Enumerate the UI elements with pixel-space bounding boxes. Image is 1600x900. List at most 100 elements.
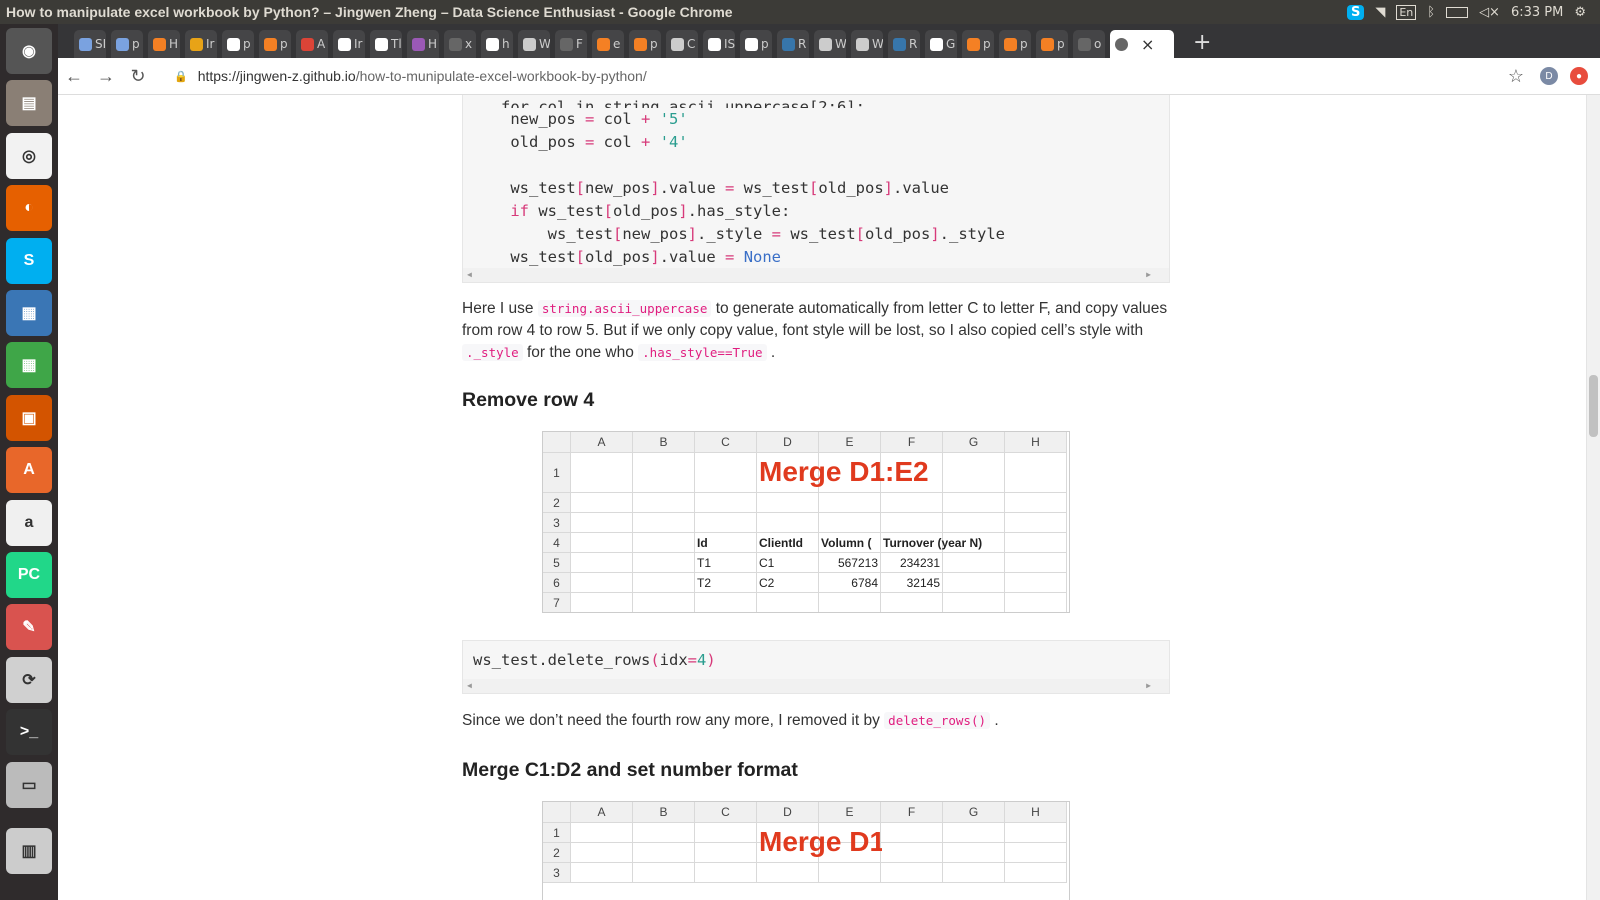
browser-tab[interactable]: p [962,30,994,58]
skype-tray-icon[interactable]: S [1346,4,1365,20]
browser-tab[interactable]: W [814,30,846,58]
launcher-firefox-icon[interactable]: ◐ [6,185,52,232]
launcher-updater-icon[interactable]: ⟳ [6,656,52,703]
browser-tab[interactable]: p [740,30,772,58]
browser-tab[interactable]: e [592,30,624,58]
launcher-chrome-icon[interactable]: ◎ [6,132,52,179]
bookmark-star-icon[interactable]: ☆ [1500,66,1532,87]
address-bar[interactable]: 🔒 https://jingwen-z.github.io/how-to-mun… [174,68,1500,84]
browser-tab[interactable]: p [629,30,661,58]
launcher-skype-icon[interactable]: S [6,237,52,284]
system-tray: S ◥ En ᛒ ◁× 6:33 PM ⚙ [1346,4,1600,20]
code-line: old_pos = col + '4' [473,133,688,151]
sheet-cell [1005,453,1067,493]
launcher-calc-icon[interactable]: ▦ [6,342,52,389]
launcher-terminal-icon[interactable]: >_ [6,709,52,756]
tab-label: Ir [206,37,215,51]
tab-label: IS [724,37,735,51]
browser-tab[interactable]: H [407,30,439,58]
browser-tab[interactable]: p [999,30,1031,58]
clock[interactable]: 6:33 PM [1511,5,1563,20]
tab-label: e [613,37,621,51]
code-horizontal-scrollbar[interactable]: ◀ ▶ [463,268,1169,282]
tab-label: p [280,37,288,51]
volume-muted-icon[interactable]: ◁× [1479,5,1500,20]
page-scrollbar[interactable] [1586,95,1600,900]
launcher-writer-icon[interactable]: ▦ [6,290,52,336]
column-header: E [819,802,881,823]
column-header: C [695,802,757,823]
tab-favicon-icon [264,37,277,51]
launcher-drive-icon[interactable]: ▭ [6,761,52,808]
browser-tab[interactable]: H [148,30,180,58]
code-horizontal-scrollbar[interactable]: ◀ ▶ [463,679,1169,693]
sheet-cell [571,553,633,573]
browser-tab[interactable]: IS [703,30,735,58]
browser-tab[interactable]: R [777,30,809,58]
new-tab-button[interactable]: + [1193,30,1211,58]
row-number: 7 [543,593,571,612]
launcher-impress-icon[interactable]: ▣ [6,394,52,441]
sheet-corner [543,802,571,823]
browser-tab[interactable]: A [296,30,328,58]
launcher-dash-home-icon[interactable]: ◉ [6,28,52,74]
browser-tab[interactable]: R [888,30,920,58]
browser-tab[interactable]: F [555,30,587,58]
browser-tab[interactable]: x [444,30,476,58]
browser-tab[interactable]: Ir [333,30,365,58]
profile-avatar[interactable]: D [1540,67,1558,85]
tab-favicon-icon [486,37,499,51]
launcher-pycharm-icon[interactable]: PC [6,552,52,598]
back-button[interactable]: ← [58,66,90,87]
browser-tab[interactable]: SI [74,30,106,58]
browser-tab[interactable]: h [481,30,513,58]
browser-tab[interactable]: Ir [185,30,217,58]
browser-tab[interactable]: C [666,30,698,58]
launcher-amazon-icon[interactable]: a [6,499,52,546]
active-tab[interactable]: × [1110,30,1174,58]
scrollbar-thumb[interactable] [1589,375,1598,437]
extension-icon[interactable]: ● [1570,67,1588,85]
spreadsheet-screenshot-1: A B C D E F G H 1 2 3 4 Id ClientId Volumn (Turnover (… [542,431,1070,613]
launcher-files-icon[interactable]: ▤ [6,80,52,127]
bluetooth-icon[interactable]: ᛒ [1427,5,1435,20]
browser-tab[interactable]: p [1036,30,1068,58]
browser-tab[interactable]: o [1073,30,1105,58]
launcher-settings-icon[interactable]: ✎ [6,604,52,651]
row-number: 6 [543,573,571,593]
sheet-header-row: ABCDEFGH [543,432,1069,453]
forward-button[interactable]: → [90,66,122,87]
keyboard-layout-indicator[interactable]: En [1396,4,1417,20]
browser-tab[interactable]: W [851,30,883,58]
browser-tab[interactable]: p [111,30,143,58]
sheet-cell [633,823,695,843]
launcher-trash-icon[interactable]: ▥ [6,828,52,874]
sheet-cell [695,593,757,612]
sheet-cell [633,863,695,883]
sheet-cell: 567213 [819,553,881,573]
launcher-software-center-icon[interactable]: A [6,447,52,494]
lock-icon[interactable]: 🔒 [174,70,188,83]
tab-favicon-icon [301,37,314,51]
power-icon[interactable]: ⚙ [1574,5,1586,20]
sheet-header-row: ABCDEFGH [543,802,1069,823]
code-line: ws_test[old_pos].value = None [473,248,782,266]
inline-code: ._style [462,344,523,361]
tab-favicon-icon [597,37,610,51]
wifi-icon[interactable]: ◥ [1375,5,1385,20]
browser-tab[interactable]: Tl [370,30,402,58]
sheet-cell [571,863,633,883]
browser-tab[interactable]: p [222,30,254,58]
sheet-cell [633,493,695,513]
browser-tab[interactable]: p [259,30,291,58]
browser-tab[interactable]: G [925,30,957,58]
tab-close-button[interactable]: × [1141,35,1154,54]
browser-tab[interactable]: W [518,30,550,58]
tab-favicon-icon [412,37,425,51]
sheet-corner [543,432,571,453]
tab-label: H [428,37,438,51]
reload-button[interactable]: ↻ [122,66,154,87]
sheet-cell [1005,573,1067,593]
tab-favicon-icon [153,37,166,51]
battery-icon[interactable] [1446,6,1469,18]
